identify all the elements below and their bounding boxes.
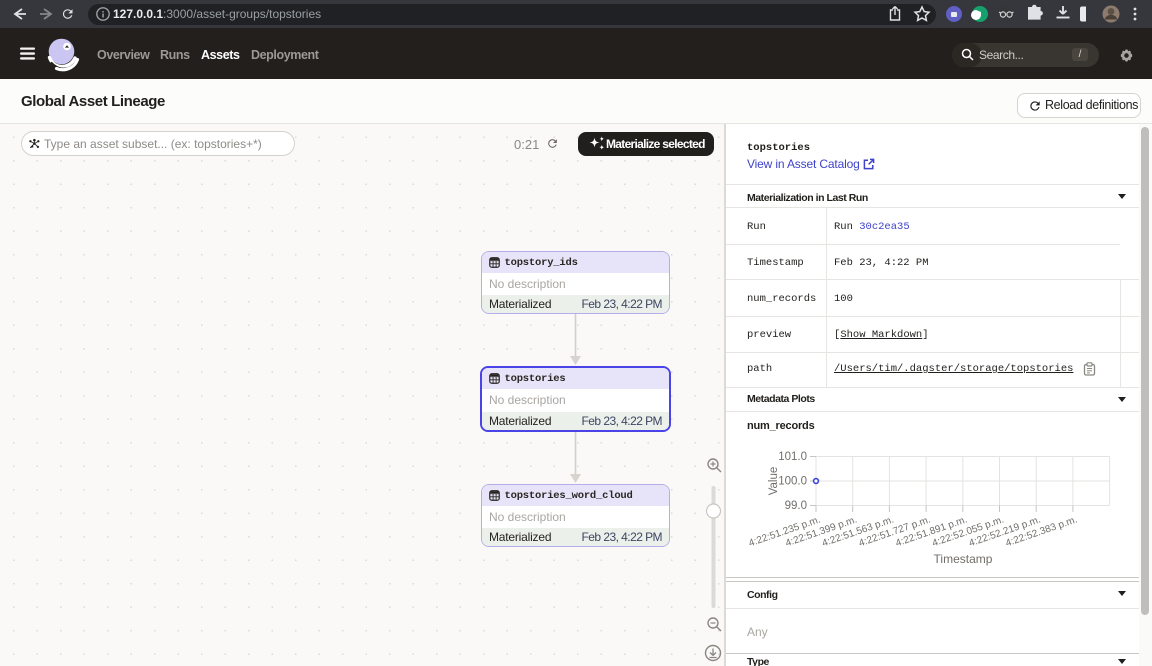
- svg-text:101.0: 101.0: [778, 451, 807, 463]
- svg-text:100.0: 100.0: [778, 476, 807, 488]
- svg-text:99.0: 99.0: [785, 500, 807, 512]
- svg-text:Value: Value: [768, 467, 780, 496]
- svg-text:Timestamp: Timestamp: [934, 552, 993, 566]
